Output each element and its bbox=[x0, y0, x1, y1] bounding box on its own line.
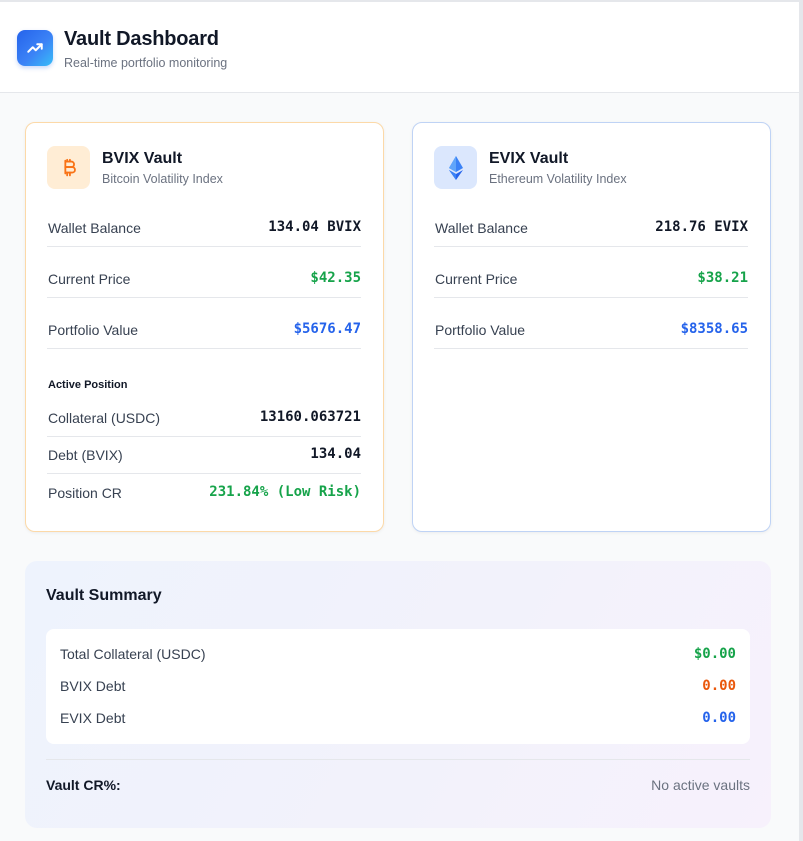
portfolio-value: $8358.65 bbox=[680, 321, 748, 337]
row-label: Current Price bbox=[48, 271, 131, 287]
debt-value: 134.04 bbox=[310, 446, 361, 462]
evix-debt-row: EVIX Debt 0.00 bbox=[60, 708, 736, 728]
page-title: Vault Dashboard bbox=[64, 28, 219, 50]
wallet-balance-row: Wallet Balance 218.76 EVIX bbox=[434, 209, 748, 247]
row-label: Total Collateral (USDC) bbox=[60, 646, 206, 662]
row-label: Position CR bbox=[48, 485, 122, 501]
position-cr-value: 231.84% (Low Risk) bbox=[209, 484, 361, 500]
current-price-row: Current Price $42.35 bbox=[47, 260, 361, 298]
ethereum-icon bbox=[434, 146, 477, 189]
portfolio-value-row: Portfolio Value $8358.65 bbox=[434, 311, 748, 349]
position-cr-row: Position CR 231.84% (Low Risk) bbox=[47, 473, 361, 511]
current-price-value: $42.35 bbox=[310, 270, 361, 286]
row-label: Portfolio Value bbox=[435, 322, 526, 338]
divider bbox=[46, 759, 750, 760]
summary-list: Total Collateral (USDC) $0.00 BVIX Debt … bbox=[46, 629, 750, 744]
row-label: Wallet Balance bbox=[435, 220, 528, 236]
wallet-balance-row: Wallet Balance 134.04 BVIX bbox=[47, 209, 361, 247]
vault-summary-panel: Vault Summary Total Collateral (USDC) $0… bbox=[25, 561, 771, 828]
current-price-row: Current Price $38.21 bbox=[434, 260, 748, 298]
bvix-debt-row: BVIX Debt 0.00 bbox=[60, 676, 736, 696]
vault-subtitle: Ethereum Volatility Index bbox=[489, 172, 627, 186]
total-collateral-row: Total Collateral (USDC) $0.00 bbox=[60, 644, 736, 664]
row-label: BVIX Debt bbox=[60, 678, 126, 694]
wallet-balance-value: 134.04 BVIX bbox=[268, 219, 361, 235]
bitcoin-icon bbox=[47, 146, 90, 189]
row-label: Current Price bbox=[435, 271, 518, 287]
bvix-debt-value: 0.00 bbox=[702, 678, 736, 694]
vault-cr-label: Vault CR%: bbox=[46, 777, 121, 793]
row-label: Debt (BVIX) bbox=[48, 447, 123, 463]
vault-title: BVIX Vault bbox=[102, 150, 183, 167]
evix-vault-card: EVIX Vault Ethereum Volatility Index Wal… bbox=[412, 122, 771, 532]
active-position-heading: Active Position bbox=[48, 379, 128, 391]
row-label: Portfolio Value bbox=[48, 322, 139, 338]
row-label: EVIX Debt bbox=[60, 710, 126, 726]
bvix-vault-card: BVIX Vault Bitcoin Volatility Index Wall… bbox=[25, 122, 384, 532]
collateral-value: 13160.063721 bbox=[259, 409, 361, 425]
row-label: Collateral (USDC) bbox=[48, 410, 161, 426]
debt-row: Debt (BVIX) 134.04 bbox=[47, 436, 361, 474]
total-collateral-value: $0.00 bbox=[693, 646, 736, 662]
evix-debt-value: 0.00 bbox=[702, 710, 736, 726]
collateral-row: Collateral (USDC) 13160.063721 bbox=[47, 399, 361, 437]
row-label: Wallet Balance bbox=[48, 220, 141, 236]
page-subtitle: Real-time portfolio monitoring bbox=[64, 56, 228, 70]
portfolio-value: $5676.47 bbox=[293, 321, 361, 337]
vault-subtitle: Bitcoin Volatility Index bbox=[102, 172, 223, 186]
vault-title: EVIX Vault bbox=[489, 150, 569, 167]
trending-up-icon bbox=[17, 30, 53, 66]
portfolio-value-row: Portfolio Value $5676.47 bbox=[47, 311, 361, 349]
vault-cr-value: No active vaults bbox=[651, 777, 750, 793]
app-header: Vault Dashboard Real-time portfolio moni… bbox=[0, 0, 799, 93]
page-edge bbox=[799, 0, 803, 841]
summary-title: Vault Summary bbox=[46, 587, 162, 604]
current-price-value: $38.21 bbox=[697, 270, 748, 286]
wallet-balance-value: 218.76 EVIX bbox=[655, 219, 748, 235]
